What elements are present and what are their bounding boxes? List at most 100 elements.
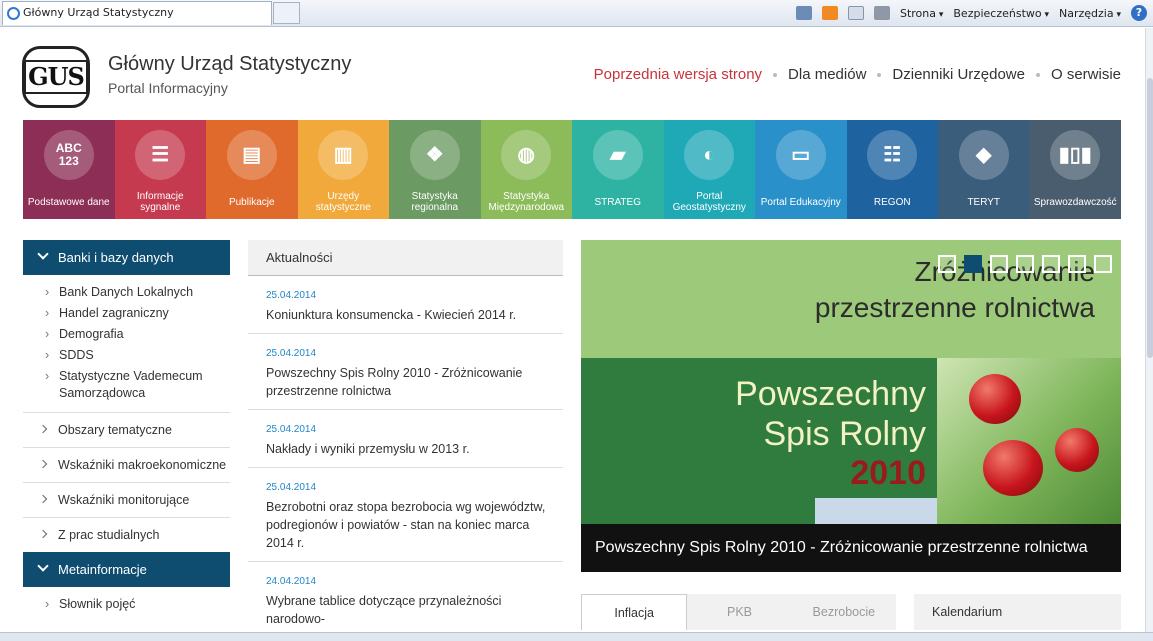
gus-logo[interactable]: GUS — [22, 46, 90, 108]
strateg-icon: ▰ — [592, 130, 643, 180]
slide-caption[interactable]: Powszechny Spis Rolny 2010 - Zróżnicowan… — [581, 524, 1121, 572]
nav-separator — [773, 72, 778, 77]
monitor-cursor-icon: ▭ — [775, 130, 826, 180]
news-item[interactable]: 25.04.2014 Nakłady i wyniki przemysłu w 2… — [248, 410, 563, 468]
tile-strateg[interactable]: ▰ STRATEG — [572, 120, 664, 219]
news-column: Aktualności 25.04.2014 Koniunktura konsum… — [248, 240, 563, 638]
news-date: 25.04.2014 — [266, 482, 317, 493]
section-label: Metainformacje — [58, 562, 147, 577]
tile-statystyka-regionalna[interactable]: ❖ Statystyka regionalna — [389, 120, 481, 219]
tile-teryt[interactable]: ◆ TERYT — [938, 120, 1030, 219]
slider-dot[interactable] — [938, 255, 956, 273]
nav-media[interactable]: Dla mediów — [788, 66, 866, 83]
category-label: Z prac studialnych — [58, 528, 160, 542]
chevron-down-icon — [37, 248, 49, 260]
logo-text: GUS — [24, 60, 88, 94]
section-banks-databases[interactable]: Banki i bazy danych — [23, 240, 230, 275]
news-item[interactable]: 25.04.2014 Koniunktura konsumencka - Kwie… — [248, 276, 563, 334]
slider-dot[interactable] — [1042, 255, 1060, 273]
news-item[interactable]: 25.04.2014 Bezrobotni oraz stopa bezroboc… — [248, 468, 563, 562]
tile-label: Informacje sygnalne — [136, 191, 184, 213]
slider-dot[interactable] — [1016, 255, 1034, 273]
news-item[interactable]: 25.04.2014 Powszechny Spis Rolny 2010 - Z… — [248, 334, 563, 410]
tile-portal-edukacyjny[interactable]: ▭ Portal Edukacyjny — [755, 120, 847, 219]
tile-label: Statystyka regionalna — [411, 191, 459, 213]
browser-tab[interactable]: Główny Urząd Statystyczny — [2, 1, 272, 25]
news-title[interactable]: Nakłady i wyniki przemysłu w 2013 r. — [266, 440, 553, 458]
tab-title: Główny Urząd Statystyczny — [23, 6, 174, 19]
tile-label: Publikacje — [228, 196, 275, 208]
home-icon[interactable] — [795, 6, 812, 20]
slider-dot[interactable] — [1094, 255, 1112, 273]
category-studies[interactable]: Z prac studialnych — [23, 517, 230, 552]
tile-publikacje[interactable]: ▤ Publikacje — [206, 120, 298, 219]
metainformation-list: Słownik pojęć — [23, 587, 230, 623]
chevron-right-icon — [38, 424, 48, 434]
rss-feed-icon[interactable] — [821, 6, 838, 20]
sidebar-item-foreign-trade[interactable]: Handel zagraniczny — [45, 305, 230, 322]
scrollbar-thumb[interactable] — [1147, 78, 1153, 358]
new-tab-button[interactable] — [273, 2, 300, 24]
featured-slider[interactable]: Zróżnicowanie przestrzenne rolnictwa Pow… — [581, 240, 1121, 572]
tab-inflation[interactable]: Inflacja — [581, 594, 688, 630]
help-icon[interactable]: ? — [1131, 5, 1147, 21]
menu-narzedzia[interactable]: Narzędzia — [1059, 7, 1121, 20]
slider-dot[interactable] — [964, 255, 982, 273]
sidebar-item-bdl[interactable]: Bank Danych Lokalnych — [45, 284, 230, 301]
slider-dot[interactable] — [990, 255, 1008, 273]
sidebar-item-glossary[interactable]: Słownik pojęć — [45, 596, 230, 613]
sidebar-item-demography[interactable]: Demografia — [45, 326, 230, 343]
sidebar-item-vademecum[interactable]: Statystyczne Vademecum Samorządowca — [45, 368, 230, 402]
menu-strona[interactable]: Strona — [900, 7, 943, 20]
vertical-scrollbar[interactable] — [1145, 28, 1153, 641]
tile-statystyka-międzynarodowa[interactable]: ◍ Statystyka Międzynarodowa — [480, 120, 572, 219]
category-thematic-areas[interactable]: Obszary tematyczne — [23, 412, 230, 447]
tile-informacje-sygnalne[interactable]: ☰ Informacje sygnalne — [114, 120, 206, 219]
nav-previous-version[interactable]: Poprzednia wersja strony — [594, 66, 762, 83]
browser-status-bar — [0, 632, 1153, 641]
apple-shape — [969, 374, 1021, 424]
tab-unemployment[interactable]: Bezrobocie — [792, 594, 896, 630]
apple-shape — [1055, 428, 1099, 472]
site-title[interactable]: Główny Urząd Statystyczny — [108, 53, 351, 76]
news-title[interactable]: Koniunktura konsumencka - Kwiecień 2014 … — [266, 306, 553, 324]
left-sidebar: Banki i bazy danych Bank Danych Lokalnyc… — [23, 240, 230, 623]
service-tiles: ABC 123 Podstawowe dane ☰ Informacje sygnal… — [23, 120, 1121, 219]
chevron-down-icon — [37, 560, 49, 572]
news-date: 25.04.2014 — [266, 424, 317, 435]
tile-label: TERYT — [967, 196, 1001, 208]
book-line-2: Spis Rolny — [763, 415, 926, 453]
tile-label: REGON — [873, 196, 911, 208]
calendar-list-icon: ▤ — [226, 130, 277, 180]
regions-map-icon: ❖ — [409, 130, 460, 180]
news-title[interactable]: Wybrane tablice dotyczące przynależności… — [266, 592, 553, 628]
mail-icon[interactable] — [847, 6, 864, 20]
sidebar-item-sdds[interactable]: SDDS — [45, 347, 230, 364]
news-date: 25.04.2014 — [266, 290, 317, 301]
tile-label: Urzędy statystyczne — [315, 191, 371, 213]
tile-sprawozdawczość[interactable]: ▮▯▮ Sprawozdawczość — [1029, 120, 1121, 219]
top-navigation: Poprzednia wersja strony Dla mediów Dzie… — [594, 66, 1121, 83]
tile-portal-geostatystyczny[interactable]: ◐ Portal Geostatystyczny — [663, 120, 755, 219]
tab-gdp[interactable]: PKB — [687, 594, 791, 630]
news-date: 25.04.2014 — [266, 348, 317, 359]
buildings-icon: ▥ — [318, 130, 369, 180]
menu-bezpieczenstwo[interactable]: Bezpieczeństwo — [953, 7, 1049, 20]
category-monitoring-indicators[interactable]: Wskaźniki monitorujące — [23, 482, 230, 517]
print-icon[interactable] — [873, 6, 890, 20]
calendar-heading[interactable]: Kalendarium — [914, 594, 1121, 630]
tile-podstawowe-dane[interactable]: ABC 123 Podstawowe dane — [23, 120, 115, 219]
apple-shape — [983, 440, 1043, 496]
slide-apples-photo — [937, 358, 1121, 524]
nav-about[interactable]: O serwisie — [1051, 66, 1121, 83]
tile-urzędy-statystyczne[interactable]: ▥ Urzędy statystyczne — [297, 120, 389, 219]
news-title[interactable]: Bezrobotni oraz stopa bezrobocia wg woje… — [266, 498, 553, 552]
nav-official-journals[interactable]: Dzienniki Urzędowe — [892, 66, 1025, 83]
slider-dot[interactable] — [1068, 255, 1086, 273]
tile-regon[interactable]: ☷ REGON — [846, 120, 938, 219]
news-item[interactable]: 24.04.2014 Wybrane tablice dotyczące przy… — [248, 562, 563, 638]
category-label: Wskaźniki monitorujące — [58, 493, 190, 507]
news-title[interactable]: Powszechny Spis Rolny 2010 - Zróżnicowan… — [266, 364, 553, 400]
section-metainformation[interactable]: Metainformacje — [23, 552, 230, 587]
category-macro-indicators[interactable]: Wskaźniki makroekonomiczne — [23, 447, 230, 482]
